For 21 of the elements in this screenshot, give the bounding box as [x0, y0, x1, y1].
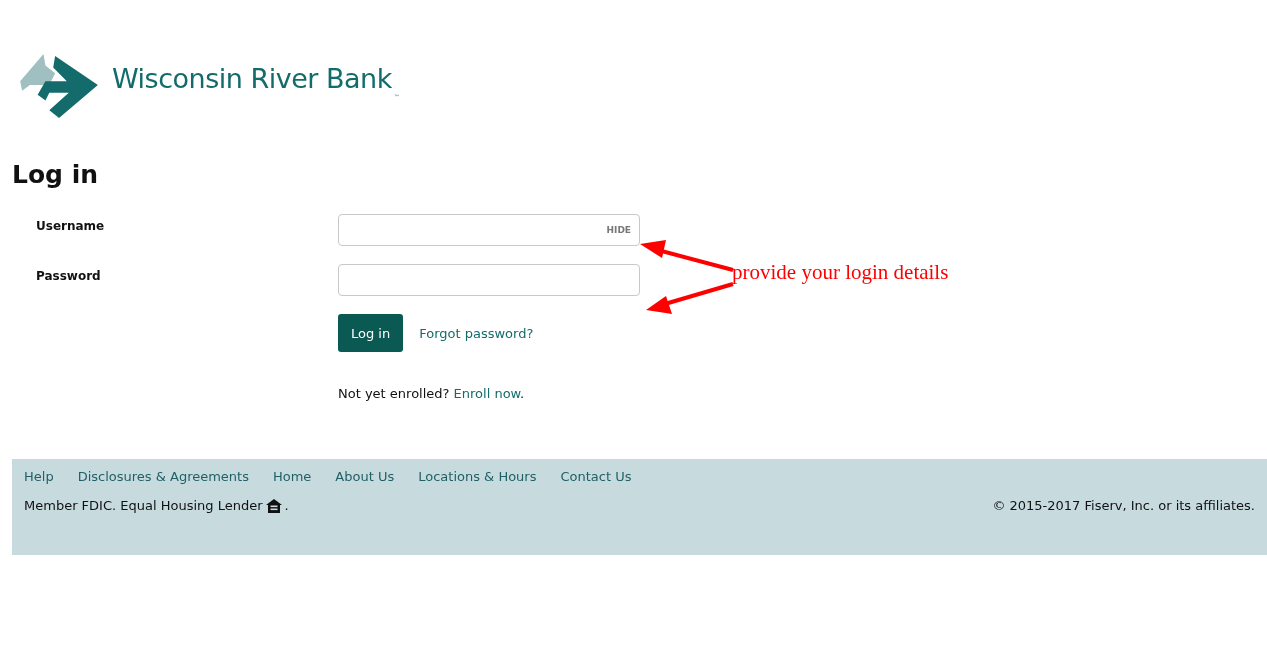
- footer-link[interactable]: About Us: [335, 469, 395, 484]
- period-text: .: [284, 498, 289, 513]
- copyright-text: © 2015-2017 Fiserv, Inc. or its affiliates.: [992, 498, 1255, 513]
- input-field[interactable]: [338, 264, 640, 296]
- footer-link[interactable]: Help: [24, 469, 54, 484]
- field-label: Username: [36, 218, 106, 233]
- input-field[interactable]: HIDE: [338, 214, 640, 246]
- bank-name: Wisconsin River Bank: [112, 63, 392, 94]
- footer-link[interactable]: Locations & Hours: [418, 469, 537, 484]
- footer-link[interactable]: Contact Us: [560, 469, 632, 484]
- annotation-text: provide your login details: [732, 260, 949, 285]
- hide-toggle[interactable]: HIDE: [606, 225, 631, 235]
- page-heading: Log in: [12, 159, 100, 191]
- forgot-password-link[interactable]: Forgot password?: [419, 325, 534, 341]
- login-button[interactable]: Log in: [338, 314, 404, 352]
- enroll-text: Not yet enrolled? Enroll now.: [338, 386, 526, 401]
- field-label: Password: [36, 268, 102, 283]
- footer-link[interactable]: Disclosures & Agreements: [77, 469, 249, 484]
- member-notice: Member FDIC. Equal Housing Lender: [24, 498, 263, 513]
- house-icon: [265, 498, 282, 513]
- footer-link[interactable]: Home: [272, 469, 312, 484]
